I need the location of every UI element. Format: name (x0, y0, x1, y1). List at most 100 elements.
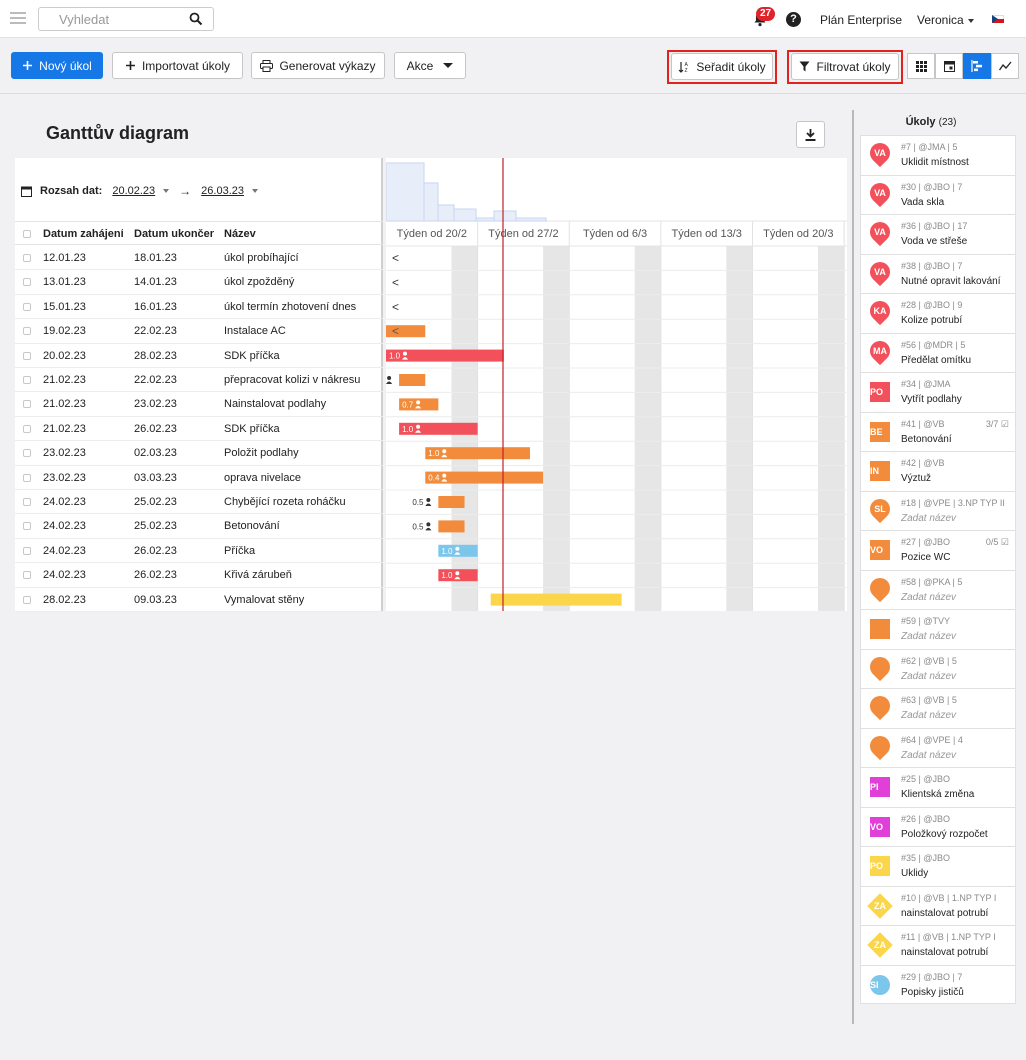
task-bar (386, 349, 504, 362)
row-task-name[interactable]: Vymalovat stěny (224, 588, 379, 612)
task-card[interactable]: PO #34 | @JMA Vytřít podlahy (860, 372, 1016, 412)
task-card[interactable]: #59 | @TVY Zadat název (860, 609, 1016, 649)
search-input[interactable] (59, 8, 199, 30)
download-button[interactable] (796, 121, 825, 148)
task-card[interactable]: IN #42 | @VB Výztuž (860, 451, 1016, 491)
actions-dropdown[interactable]: Akce (394, 52, 466, 79)
row-checkbox[interactable] (23, 351, 31, 360)
row-task-name[interactable]: Instalace AC (224, 319, 379, 343)
task-card[interactable]: PI #25 | @JBO Klientská změna (860, 767, 1016, 807)
task-card[interactable]: #62 | @VB | 5 Zadat název (860, 648, 1016, 688)
task-card[interactable]: VO #26 | @JBO Položkový rozpočet (860, 806, 1016, 846)
row-checkbox[interactable] (23, 278, 31, 287)
row-task-name[interactable]: úkol termín zhotovení dnes (224, 295, 379, 319)
generate-reports-button[interactable]: Generovat výkazy (251, 52, 385, 79)
grid-view-button[interactable] (907, 53, 935, 79)
import-tasks-button[interactable]: Importovat úkoly (112, 52, 243, 79)
row-task-name[interactable]: SDK příčka (224, 417, 379, 441)
row-task-name[interactable]: Nainstalovat podlahy (224, 392, 379, 416)
table-row[interactable]: 24.02.23 25.02.23 Betonování (15, 514, 383, 539)
task-card[interactable]: VO #27 | @JBO 0/5 ☑ Pozice WC (860, 530, 1016, 570)
task-card[interactable]: ZA #11 | @VB | 1.NP TYP I nainstalovat pot… (860, 925, 1016, 965)
table-row[interactable]: 20.02.23 28.02.23 SDK příčka (15, 344, 383, 368)
task-card[interactable]: VA #38 | @JBO | 7 Nutné opravit lakování (860, 253, 1016, 293)
task-card[interactable]: PO #35 | @JBO Úklidy (860, 846, 1016, 886)
table-row[interactable]: 24.02.23 26.02.23 Příčka (15, 539, 383, 564)
row-task-name[interactable]: SDK příčka (224, 344, 379, 368)
search-box (38, 7, 214, 31)
row-checkbox[interactable] (23, 302, 31, 311)
table-row[interactable]: 24.02.23 26.02.23 Křivá zárubeň (15, 563, 383, 588)
task-card[interactable]: VA #7 | @JMA | 5 Uklidit místnost (860, 135, 1016, 175)
row-checkbox[interactable] (23, 498, 31, 506)
chart-view-button[interactable] (991, 53, 1019, 79)
table-row[interactable]: 21.02.23 23.02.23 Nainstalovat podlahy (15, 392, 383, 417)
filter-tasks-button[interactable]: Filtrovat úkoly (791, 53, 899, 80)
row-task-name[interactable]: úkol probíhající (224, 246, 379, 270)
row-checkbox[interactable] (23, 424, 31, 433)
task-card[interactable]: KA #28 | @JBO | 9 Kolize potrubí (860, 293, 1016, 333)
table-row[interactable]: 15.01.23 16.01.23 úkol termín zhotovení dn… (15, 295, 383, 320)
row-checkbox[interactable] (23, 546, 31, 555)
row-task-name[interactable]: úkol zpožděný (224, 270, 379, 294)
task-card[interactable]: SI #29 | @JBO | 7 Popisky jističů (860, 964, 1016, 1004)
caret-down-icon (967, 18, 974, 23)
user-menu[interactable]: Veronica (917, 13, 974, 27)
task-card[interactable]: #58 | @PKA | 5 Zadat název (860, 569, 1016, 609)
table-row[interactable]: 24.02.23 25.02.23 Chybějící rozeta roháčku (15, 490, 383, 515)
sort-tasks-button[interactable]: AZ Seřadit úkoly (671, 53, 773, 80)
task-card[interactable]: VA #36 | @JBO | 17 Voda ve střeše (860, 214, 1016, 254)
row-checkbox[interactable] (23, 449, 31, 458)
plan-link[interactable]: Plán Enterprise (820, 13, 902, 27)
search-icon[interactable] (189, 12, 203, 26)
row-checkbox[interactable] (23, 571, 31, 580)
table-row[interactable]: 23.02.23 03.03.23 oprava nivelace (15, 466, 383, 490)
task-count: (23) (938, 117, 957, 128)
task-marker-abbr: ZA (874, 900, 886, 911)
task-card[interactable]: SL #18 | @VPE | 3.NP TYP II Zadat název (860, 490, 1016, 530)
row-checkbox[interactable] (23, 595, 31, 604)
select-all-checkbox[interactable] (23, 230, 31, 238)
task-card[interactable]: #63 | @VB | 5 Zadat název (860, 688, 1016, 728)
row-task-name[interactable]: přepracovat kolizi v nákresu (224, 368, 379, 392)
task-card[interactable]: VA #30 | @JBO | 7 Vada skla (860, 174, 1016, 214)
range-to[interactable]: 26.03.23 (201, 185, 244, 197)
range-from[interactable]: 20.02.23 (112, 185, 155, 197)
table-row[interactable]: 13.01.23 14.01.23 úkol zpožděný (15, 270, 383, 295)
task-card[interactable]: #64 | @VPE | 4 Zadat název (860, 727, 1016, 767)
task-card[interactable]: BE #41 | @VB 3/7 ☑ Betonování (860, 411, 1016, 451)
row-checkbox[interactable] (23, 254, 31, 262)
row-task-name[interactable]: Křivá zárubeň (224, 563, 379, 587)
gantt-view-button[interactable] (963, 53, 991, 79)
row-task-name[interactable]: Položit podlahy (224, 441, 379, 465)
bar-capacity-label: 0.7 (402, 400, 414, 409)
task-marker-icon (865, 652, 895, 681)
task-card[interactable]: MA #56 | @MDR | 5 Předělat omítku (860, 332, 1016, 372)
row-checkbox[interactable] (23, 376, 31, 384)
task-card[interactable]: ZA #10 | @VB | 1.NP TYP I nainstalovat pot… (860, 885, 1016, 925)
new-task-button[interactable]: Nový úkol (11, 52, 103, 79)
calendar-view-button[interactable] (935, 53, 963, 79)
row-task-name[interactable]: Betonování (224, 514, 379, 538)
table-row[interactable]: 21.02.23 22.02.23 přepracovat kolizi v nák… (15, 368, 383, 393)
row-checkbox[interactable] (23, 400, 31, 409)
row-task-name[interactable]: oprava nivelace (224, 466, 379, 490)
menu-icon[interactable] (10, 12, 26, 24)
col-end-date[interactable]: Datum ukončení (134, 222, 214, 246)
task-marker-abbr: KA (873, 306, 887, 316)
table-row[interactable]: 23.02.23 02.03.23 Položit podlahy (15, 441, 383, 466)
row-task-name[interactable]: Příčka (224, 539, 379, 563)
table-row[interactable]: 21.02.23 26.02.23 SDK příčka (15, 417, 383, 442)
col-name[interactable]: Název (224, 222, 364, 246)
czech-flag-icon[interactable] (992, 15, 1004, 23)
table-row[interactable]: 28.02.23 09.03.23 Vymalovat stěny (15, 588, 383, 612)
table-row[interactable]: 19.02.23 22.02.23 Instalace AC (15, 319, 383, 344)
col-start-date[interactable]: Datum zahájení (43, 222, 123, 246)
histogram-bar (493, 210, 517, 222)
row-checkbox[interactable] (23, 327, 31, 336)
table-row[interactable]: 12.01.23 18.01.23 úkol probíhající (15, 246, 383, 271)
row-checkbox[interactable] (23, 473, 31, 482)
row-task-name[interactable]: Chybějící rozeta roháčku (224, 490, 379, 514)
help-icon[interactable]: ? (786, 12, 801, 27)
row-checkbox[interactable] (23, 522, 31, 531)
